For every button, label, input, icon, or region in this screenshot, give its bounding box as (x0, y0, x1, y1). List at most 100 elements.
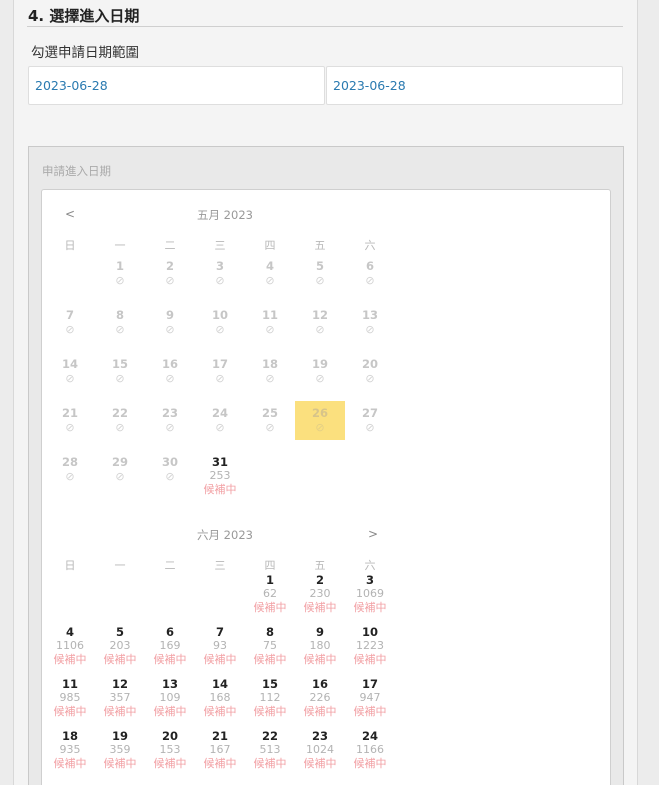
unavailable-icon: ⊘ (165, 470, 175, 483)
day-number: 24 (361, 729, 378, 743)
calendar-day[interactable]: 22 513 候補中 (245, 729, 295, 770)
weekday-fri: 五 (314, 559, 326, 572)
calendar-day: 27 ⊘ (345, 406, 395, 436)
calendar-day: 2 ⊘ (145, 259, 195, 289)
applicant-count: 168 (209, 691, 231, 704)
calendar-day: 4 ⊘ (245, 259, 295, 289)
unavailable-icon: ⊘ (215, 323, 225, 336)
day-status: 候補中 (353, 601, 387, 614)
calendar-day[interactable]: 15 112 候補中 (245, 677, 295, 718)
calendar-day[interactable]: 3 1069 候補中 (345, 573, 395, 614)
day-number: 27 (361, 406, 378, 420)
calendar-day[interactable]: 11 985 候補中 (45, 677, 95, 718)
calendar-day: 1 ⊘ (95, 259, 145, 289)
day-status: 候補中 (53, 705, 87, 718)
calendar-day[interactable]: 10 1223 候補中 (345, 625, 395, 666)
day-number: 11 (61, 677, 78, 691)
calendar-day[interactable]: 7 93 候補中 (195, 625, 245, 666)
date-to-field[interactable]: 2023-06-28 (326, 66, 623, 105)
calendar-day[interactable]: 9 180 候補中 (295, 625, 345, 666)
applicant-count: 109 (159, 691, 181, 704)
calendar-day[interactable]: 20 153 候補中 (145, 729, 195, 770)
calendar-day[interactable]: 16 226 候補中 (295, 677, 345, 718)
day-status: 候補中 (103, 705, 137, 718)
day-number: 7 (65, 308, 74, 322)
applicant-count: 167 (209, 743, 231, 756)
day-number: 20 (361, 357, 378, 371)
applicant-count: 230 (309, 587, 331, 600)
unavailable-icon: ⊘ (115, 470, 125, 483)
month-title: 六月 2023 (197, 528, 253, 542)
day-number: 17 (361, 677, 378, 691)
calendar-day[interactable]: 1 62 候補中 (245, 573, 295, 614)
applicant-count: 947 (359, 691, 381, 704)
calendar-day[interactable]: 19 359 候補中 (95, 729, 145, 770)
calendar-day[interactable]: 8 75 候補中 (245, 625, 295, 666)
calendar-day[interactable]: 13 109 候補中 (145, 677, 195, 718)
calendar-day[interactable]: 31 253 候補中 (195, 455, 245, 496)
weekday-tue: 二 (164, 559, 176, 572)
calendar-day: 18 ⊘ (245, 357, 295, 387)
weekday-wed: 三 (214, 239, 226, 252)
day-number: 22 (261, 729, 278, 743)
calendar-day[interactable]: 4 1106 候補中 (45, 625, 95, 666)
day-number: 18 (261, 357, 278, 371)
calendar-day: 16 ⊘ (145, 357, 195, 387)
calendar-day[interactable]: 23 1024 候補中 (295, 729, 345, 770)
next-month-button[interactable]: > (358, 527, 388, 541)
day-number: 12 (111, 677, 128, 691)
unavailable-icon: ⊘ (315, 323, 325, 336)
day-status: 候補中 (203, 757, 237, 770)
day-number: 2 (315, 573, 324, 587)
date-from-field[interactable]: 2023-06-28 (28, 66, 325, 105)
applicant-count: 1223 (356, 639, 384, 652)
calendar-day: 28 ⊘ (45, 455, 95, 485)
calendar-day[interactable]: 21 167 候補中 (195, 729, 245, 770)
day-status: 候補中 (253, 653, 287, 666)
unavailable-icon: ⊘ (315, 372, 325, 385)
weekday-wed: 三 (214, 559, 226, 572)
calendar-day: 22 ⊘ (95, 406, 145, 436)
unavailable-icon: ⊘ (65, 421, 75, 434)
day-number: 6 (165, 625, 174, 639)
calendar-day[interactable]: 14 168 候補中 (195, 677, 245, 718)
calendar-day[interactable]: 18 935 候補中 (45, 729, 95, 770)
weekday-header: 日 一 二 三 四 五 六 (45, 237, 395, 252)
calendar-day: 14 ⊘ (45, 357, 95, 387)
calendar-day: 7 ⊘ (45, 308, 95, 338)
day-number: 13 (361, 308, 378, 322)
calendar-day[interactable]: 6 169 候補中 (145, 625, 195, 666)
applicant-count: 75 (263, 639, 277, 652)
calendar-day[interactable]: 24 1166 候補中 (345, 729, 395, 770)
day-number: 20 (161, 729, 178, 743)
calendar-day: 8 ⊘ (95, 308, 145, 338)
day-status: 候補中 (103, 757, 137, 770)
day-status: 候補中 (303, 705, 337, 718)
day-number: 21 (211, 729, 228, 743)
weekday-sat: 六 (364, 239, 376, 252)
unavailable-icon: ⊘ (365, 372, 375, 385)
calendar-day[interactable]: 2 230 候補中 (295, 573, 345, 614)
day-number: 11 (261, 308, 278, 322)
calendar-day[interactable]: 12 357 候補中 (95, 677, 145, 718)
day-number: 23 (311, 729, 328, 743)
calendar-day[interactable]: 17 947 候補中 (345, 677, 395, 718)
day-number: 5 (315, 259, 324, 273)
calendar-day: 24 ⊘ (195, 406, 245, 436)
weekday-sun: 日 (64, 239, 76, 252)
applicant-count: 1106 (56, 639, 84, 652)
day-number: 14 (211, 677, 228, 691)
calendar-day[interactable]: 5 203 候補中 (95, 625, 145, 666)
unavailable-icon: ⊘ (165, 323, 175, 336)
day-number: 12 (311, 308, 328, 322)
prev-month-button[interactable]: < (55, 207, 85, 221)
day-status: 候補中 (253, 601, 287, 614)
applicant-count: 62 (263, 587, 277, 600)
weekday-mon: 一 (114, 559, 126, 572)
unavailable-icon: ⊘ (215, 274, 225, 287)
unavailable-icon: ⊘ (115, 323, 125, 336)
applicant-count: 1069 (356, 587, 384, 600)
applicant-count: 359 (109, 743, 131, 756)
step-panel: 4. 選擇進入日期 勾選申請日期範圍 2023-06-28 2023-06-28… (13, 0, 638, 785)
calendar-day: 17 ⊘ (195, 357, 245, 387)
